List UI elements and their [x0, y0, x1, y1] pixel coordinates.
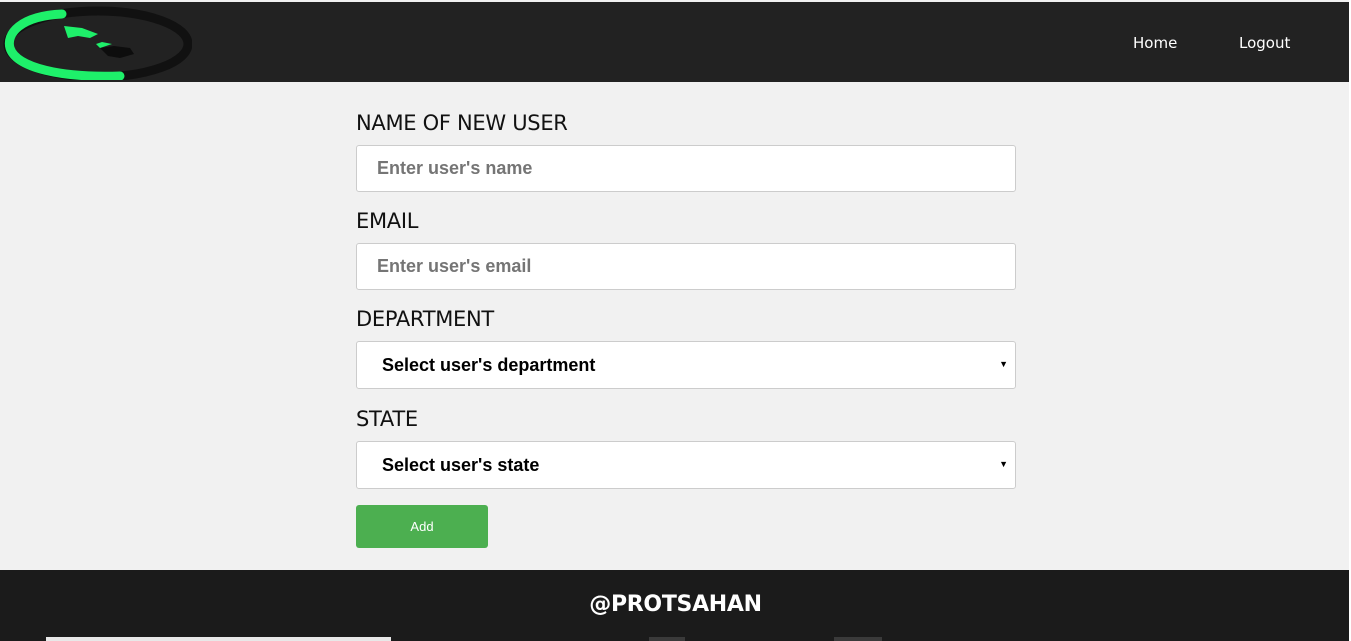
state-label: STATE	[356, 407, 418, 431]
horizontal-scrollbar[interactable]	[46, 637, 391, 641]
department-label: DEPARTMENT	[356, 307, 494, 331]
state-selected-value: Select user's state	[382, 455, 540, 475]
name-label: NAME OF NEW USER	[356, 111, 568, 135]
department-selected-value: Select user's department	[382, 355, 596, 375]
department-select[interactable]: Select user's department ▼	[356, 341, 1016, 389]
footer-brand-text: @PROTSAHAN	[589, 592, 762, 617]
state-select[interactable]: Select user's state ▼	[356, 441, 1016, 489]
add-user-form: NAME OF NEW USER EMAIL DEPARTMENT Select…	[356, 110, 1016, 548]
email-label: EMAIL	[356, 209, 419, 233]
scrollbar-marker	[649, 637, 685, 641]
nav-home-link[interactable]: Home	[1133, 34, 1177, 52]
name-input[interactable]	[356, 145, 1016, 192]
nav-logout-link[interactable]: Logout	[1239, 34, 1290, 52]
footer: @PROTSAHAN	[0, 570, 1351, 641]
page: Home Logout NAME OF NEW USER EMAIL DEPAR…	[0, 0, 1351, 641]
scrollbar-marker	[834, 637, 882, 641]
email-input[interactable]	[356, 243, 1016, 290]
triangle-down-icon: ▼	[999, 359, 1008, 369]
logo-icon[interactable]	[2, 4, 192, 80]
top-navbar: Home Logout	[0, 2, 1349, 82]
triangle-down-icon: ▼	[999, 459, 1008, 469]
add-button[interactable]: Add	[356, 505, 488, 548]
